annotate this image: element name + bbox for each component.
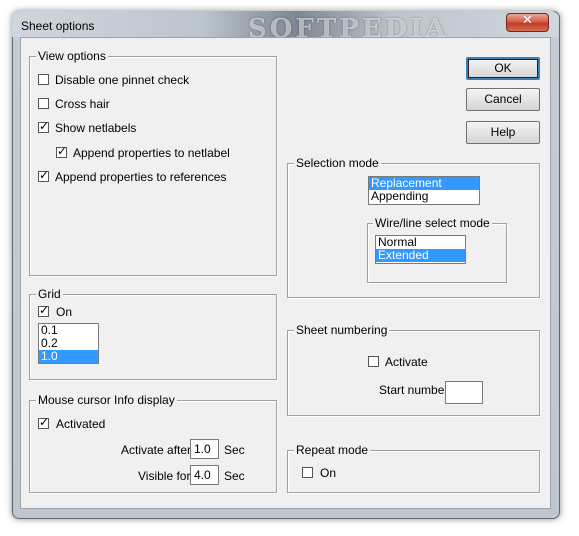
window-title: Sheet options — [21, 19, 95, 33]
activate-after-label: Activate after — [121, 443, 192, 457]
sheet-numbering-legend: Sheet numbering — [294, 323, 390, 337]
mouse-cursor-activated-label[interactable]: Activated — [56, 417, 105, 431]
activate-after-unit: Sec — [224, 443, 245, 457]
start-number-label: Start number — [379, 383, 449, 397]
wire-line-select-legend: Wire/line select mode — [373, 216, 492, 230]
start-number-input[interactable] — [445, 381, 483, 404]
cross-hair-label[interactable]: Cross hair — [55, 97, 110, 111]
help-button[interactable]: Help — [466, 121, 540, 144]
check-icon: ✓ — [39, 168, 50, 182]
selection-mode-legend: Selection mode — [294, 156, 381, 170]
selection-mode-listbox[interactable]: Replacement Appending — [368, 176, 480, 205]
append-properties-references-checkbox[interactable]: ✓ — [38, 168, 50, 182]
repeat-mode-on-checkbox[interactable] — [302, 467, 313, 478]
selection-option-appending[interactable]: Appending — [369, 190, 479, 203]
ok-button[interactable]: OK — [466, 57, 540, 80]
check-icon: ✓ — [57, 144, 68, 158]
repeat-mode-on-label[interactable]: On — [320, 466, 336, 480]
visible-for-label: Visible for — [138, 469, 191, 483]
wire-option-extended[interactable]: Extended — [376, 249, 465, 262]
check-icon: ✓ — [39, 119, 50, 133]
sheet-numbering-group — [287, 330, 540, 416]
close-icon: ✕ — [522, 13, 533, 28]
append-properties-netlabel-checkbox[interactable]: ✓ — [56, 144, 68, 158]
grid-option-1.0[interactable]: 1.0 — [39, 350, 98, 363]
grid-legend: Grid — [36, 287, 63, 301]
append-properties-references-label[interactable]: Append properties to references — [55, 170, 226, 184]
show-netlabels-checkbox[interactable]: ✓ — [38, 119, 50, 133]
visible-for-unit: Sec — [224, 469, 245, 483]
view-options-group — [29, 56, 277, 276]
grid-on-label[interactable]: On — [56, 305, 72, 319]
view-options-legend: View options — [36, 49, 108, 63]
grid-on-checkbox[interactable]: ✓ — [38, 303, 50, 317]
visible-for-input[interactable]: 4.0 — [190, 465, 219, 485]
grid-size-listbox[interactable]: 0.1 0.2 1.0 — [38, 323, 99, 364]
wire-line-listbox[interactable]: Normal Extended — [375, 235, 466, 264]
disable-pinnet-check-label[interactable]: Disable one pinnet check — [55, 73, 189, 87]
repeat-mode-legend: Repeat mode — [294, 443, 371, 457]
show-netlabels-label[interactable]: Show netlabels — [55, 121, 136, 135]
sheet-numbering-activate-checkbox[interactable] — [368, 356, 379, 367]
disable-pinnet-check-checkbox[interactable] — [38, 74, 49, 85]
activate-after-input[interactable]: 1.0 — [190, 439, 219, 459]
cancel-button[interactable]: Cancel — [466, 88, 540, 111]
check-icon: ✓ — [39, 303, 50, 317]
sheet-numbering-activate-label[interactable]: Activate — [385, 355, 428, 369]
close-button[interactable]: ✕ — [506, 13, 549, 32]
mouse-cursor-legend: Mouse cursor Info display — [36, 393, 177, 407]
cross-hair-checkbox[interactable] — [38, 98, 49, 109]
check-icon: ✓ — [39, 415, 50, 429]
mouse-cursor-activated-checkbox[interactable]: ✓ — [38, 415, 50, 429]
append-properties-netlabel-label[interactable]: Append properties to netlabel — [73, 146, 230, 160]
